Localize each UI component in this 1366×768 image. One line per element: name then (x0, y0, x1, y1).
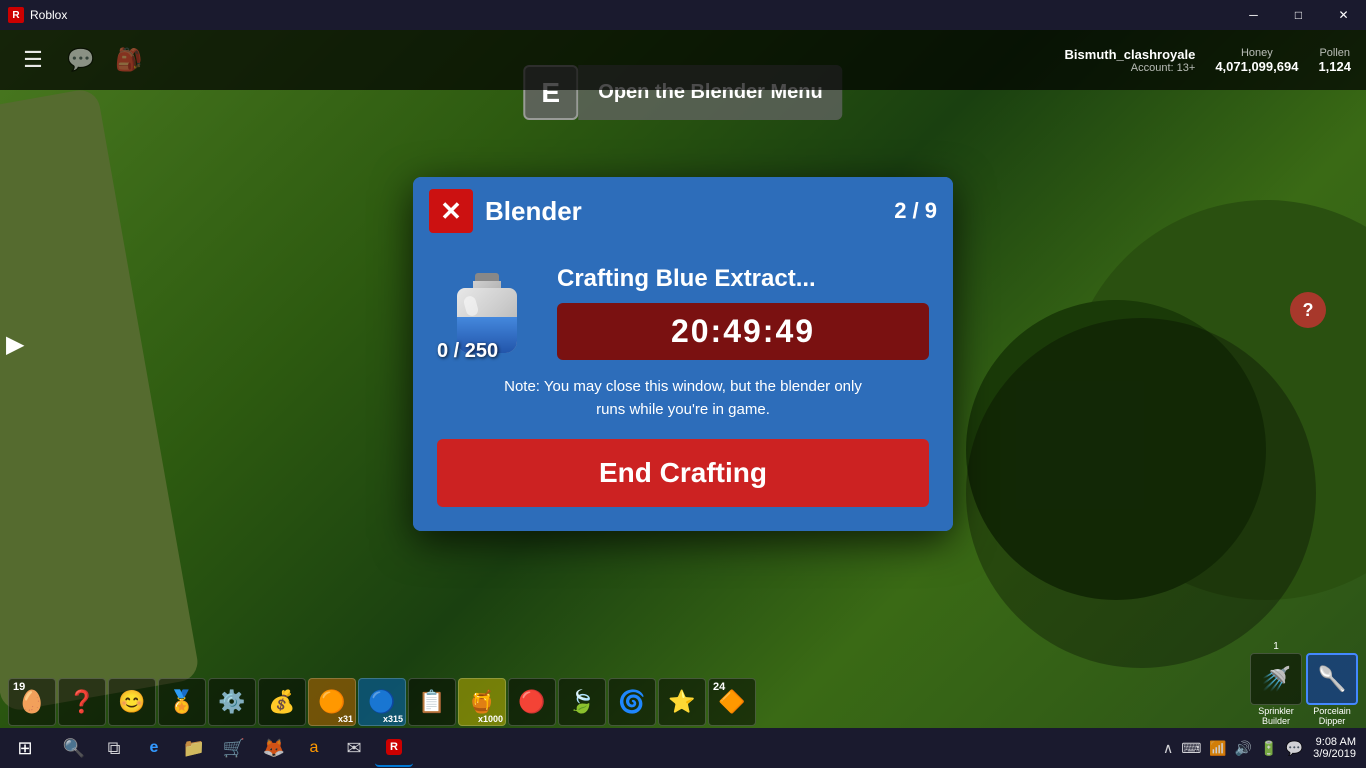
start-icon: ⊞ (17, 738, 32, 759)
modal-close-button[interactable]: ✕ (429, 189, 473, 233)
tray-expand[interactable]: ∧ (1161, 738, 1175, 759)
crafting-row: 0 / 250 Crafting Blue Extract... 20:49:4… (437, 265, 929, 360)
modal-title: Blender (485, 196, 882, 227)
roblox-taskbar-icon: R (386, 739, 402, 755)
crafting-info: Crafting Blue Extract... 20:49:49 (557, 265, 929, 360)
taskbar-store[interactable]: 🛒 (215, 729, 253, 767)
taskbar-edge[interactable]: e (135, 729, 173, 767)
taskbar-roblox[interactable]: R (375, 729, 413, 767)
taskbar-explorer[interactable]: 📁 (175, 729, 213, 767)
windows-taskbar: ⊞ 🔍 ⧉ e 📁 🛒 🦊 a ✉ R ∧ ⌨ 📶 🔊 🔋 💬 9:08 AM … (0, 728, 1366, 768)
taskbar-taskview[interactable]: ⧉ (95, 729, 133, 767)
date-display: 3/9/2019 (1313, 748, 1356, 760)
modal-overlay: ✕ Blender 2 / 9 (0, 0, 1366, 768)
item-image-container: 0 / 250 (437, 268, 537, 358)
tray-volume[interactable]: 🔊 (1233, 738, 1254, 759)
blender-modal: ✕ Blender 2 / 9 (413, 177, 953, 531)
crafting-title: Crafting Blue Extract... (557, 265, 929, 293)
system-tray-icons: ∧ ⌨ 📶 🔊 🔋 💬 (1161, 738, 1305, 759)
end-crafting-button[interactable]: End Crafting (437, 439, 929, 507)
taskbar-right: ∧ ⌨ 📶 🔊 🔋 💬 9:08 AM 3/9/2019 (1161, 736, 1366, 760)
modal-page: 2 / 9 (894, 198, 937, 224)
modal-body: 0 / 250 Crafting Blue Extract... 20:49:4… (413, 245, 953, 531)
modal-header: ✕ Blender 2 / 9 (413, 177, 953, 245)
timer-text: 20:49:49 (671, 313, 815, 349)
taskbar-firefox[interactable]: 🦊 (255, 729, 293, 767)
bottle-shine (463, 294, 480, 316)
timer-bar: 20:49:49 (557, 303, 929, 360)
tray-message[interactable]: 💬 (1284, 738, 1305, 759)
taskbar-icons: 🔍 ⧉ e 📁 🛒 🦊 a ✉ R (50, 729, 1161, 767)
start-button[interactable]: ⊞ (0, 728, 50, 768)
item-count: 0 / 250 (437, 340, 498, 363)
tray-network[interactable]: 📶 (1207, 738, 1228, 759)
tray-battery[interactable]: 🔋 (1258, 738, 1279, 759)
taskbar-mail[interactable]: ✉ (335, 729, 373, 767)
note-text: Note: You may close this window, but the… (437, 376, 929, 421)
taskbar-search[interactable]: 🔍 (55, 729, 93, 767)
taskbar-clock[interactable]: 9:08 AM 3/9/2019 (1313, 736, 1356, 760)
time-display: 9:08 AM (1313, 736, 1356, 748)
tray-keyboard[interactable]: ⌨ (1179, 738, 1203, 759)
taskbar-amazon[interactable]: a (295, 729, 333, 767)
